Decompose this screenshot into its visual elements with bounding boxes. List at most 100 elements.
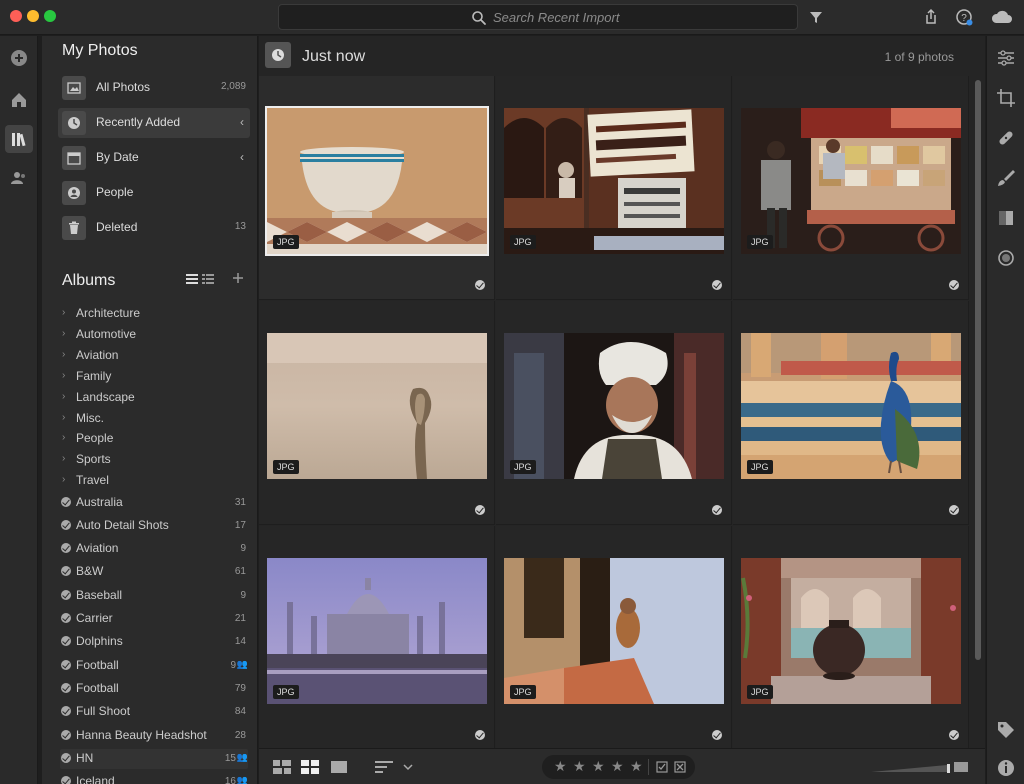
chevron-right-icon[interactable]: › [62, 307, 65, 318]
album-folder-item[interactable]: › People [60, 429, 248, 449]
library-button[interactable] [5, 125, 33, 153]
tag-icon[interactable] [996, 720, 1016, 740]
nav-by-date[interactable]: By Date ‹ [58, 143, 250, 173]
cloud-icon[interactable] [990, 7, 1014, 27]
flag-rejected-icon[interactable] [674, 761, 686, 773]
photo-thumbnail[interactable]: JPG [267, 558, 487, 704]
chevron-right-icon[interactable]: › [62, 328, 65, 339]
star-icon[interactable]: ★ [611, 758, 624, 775]
album-folder-item[interactable]: › Misc. [60, 409, 248, 429]
check-icon[interactable] [712, 505, 722, 515]
healing-icon[interactable] [996, 128, 1016, 148]
grid-scrollbar[interactable] [975, 80, 981, 660]
check-icon[interactable] [475, 730, 485, 740]
photo-thumbnail[interactable]: JPG [265, 106, 489, 256]
radial-gradient-icon[interactable] [996, 248, 1016, 268]
nav-recently-added[interactable]: Recently Added ‹ [58, 108, 250, 138]
photo-thumbnail[interactable]: JPG [267, 333, 487, 479]
home-button[interactable] [5, 86, 33, 114]
photo-cell[interactable]: JPG [259, 526, 495, 750]
add-photos-button[interactable] [5, 44, 33, 72]
help-icon[interactable]: ? [954, 7, 974, 27]
detail-view-icon[interactable] [330, 759, 348, 775]
album-folder-item[interactable]: › Sports [60, 450, 248, 470]
check-icon[interactable] [712, 280, 722, 290]
check-icon[interactable] [949, 730, 959, 740]
photo-thumbnail[interactable]: JPG [741, 333, 961, 479]
minimize-window-button[interactable] [27, 10, 39, 22]
info-icon[interactable] [996, 758, 1016, 778]
search-input[interactable] [493, 5, 773, 29]
star-icon[interactable]: ★ [630, 758, 643, 775]
photo-cell[interactable]: JPG [496, 76, 732, 300]
add-album-icon[interactable] [232, 272, 244, 284]
nav-people[interactable]: People [58, 178, 250, 208]
star-icon[interactable]: ★ [573, 758, 586, 775]
photo-cell[interactable]: JPG [733, 301, 969, 525]
album-item[interactable]: Aviation 9 [60, 539, 248, 559]
brush-icon[interactable] [996, 168, 1016, 188]
album-folder-item[interactable]: › Aviation [60, 346, 248, 366]
album-item[interactable]: Football 79 [60, 679, 248, 699]
star-icon[interactable]: ★ [554, 758, 567, 775]
close-window-button[interactable] [10, 10, 22, 22]
shared-button[interactable] [5, 164, 33, 192]
album-item[interactable]: B&W 61 [60, 562, 248, 582]
chevron-left-icon[interactable]: ‹ [240, 150, 244, 164]
check-icon[interactable] [475, 280, 485, 290]
star-icon[interactable]: ★ [592, 758, 605, 775]
album-item[interactable]: Auto Detail Shots 17 [60, 516, 248, 536]
check-icon[interactable] [712, 730, 722, 740]
list-view-icon[interactable] [186, 274, 198, 284]
square-grid-view-icon[interactable] [301, 759, 319, 775]
share-icon[interactable] [921, 7, 941, 27]
linear-gradient-icon[interactable] [996, 208, 1016, 228]
chevron-right-icon[interactable]: › [62, 432, 65, 443]
chevron-right-icon[interactable]: › [62, 349, 65, 360]
check-icon[interactable] [949, 505, 959, 515]
chevron-down-icon[interactable] [403, 763, 413, 771]
photo-grid-view-icon[interactable] [273, 759, 291, 775]
album-folder-item[interactable]: › Automotive [60, 325, 248, 345]
rating-filter[interactable]: ★ ★ ★ ★ ★ [542, 755, 695, 779]
album-item[interactable]: Carrier 21 [60, 609, 248, 629]
search-box[interactable] [278, 4, 798, 30]
album-item[interactable]: HN 15 👥 [60, 749, 248, 769]
chevron-right-icon[interactable]: › [62, 391, 65, 402]
chevron-right-icon[interactable]: › [62, 370, 65, 381]
album-item[interactable]: Australia 31 [60, 493, 248, 513]
adjust-sliders-icon[interactable] [996, 48, 1016, 68]
album-folder-item[interactable]: › Family [60, 367, 248, 387]
photo-cell[interactable]: JPG [733, 526, 969, 750]
photo-thumbnail[interactable]: JPG [504, 108, 724, 254]
chevron-left-icon[interactable]: ‹ [240, 115, 244, 129]
crop-icon[interactable] [996, 88, 1016, 108]
album-item[interactable]: Football 9 👥 [60, 656, 248, 676]
photo-thumbnail[interactable]: JPG [741, 558, 961, 704]
detail-list-icon[interactable] [202, 274, 214, 284]
photo-thumbnail[interactable]: JPG [741, 108, 961, 254]
nav-all-photos[interactable]: All Photos 2,089 [58, 73, 250, 103]
zoom-window-button[interactable] [44, 10, 56, 22]
chevron-right-icon[interactable]: › [62, 474, 65, 485]
photo-cell[interactable]: JPG [496, 526, 732, 750]
thumbnail-size-slider[interactable] [871, 763, 951, 773]
album-item[interactable]: Iceland 16 👥 [60, 772, 248, 784]
photo-cell[interactable]: JPG [496, 301, 732, 525]
album-folder-item[interactable]: › Architecture [60, 304, 248, 324]
photo-thumbnail[interactable]: JPG [504, 333, 724, 479]
chevron-right-icon[interactable]: › [62, 453, 65, 464]
album-item[interactable]: Baseball 9 [60, 586, 248, 606]
photo-cell[interactable]: JPG [733, 76, 969, 300]
album-item[interactable]: Hanna Beauty Headshot 28 [60, 726, 248, 746]
album-item[interactable]: Dolphins 14 [60, 632, 248, 652]
nav-deleted[interactable]: Deleted 13 [58, 213, 250, 243]
album-item[interactable]: Full Shoot 84 [60, 702, 248, 722]
chevron-right-icon[interactable]: › [62, 412, 65, 423]
photo-thumbnail[interactable]: JPG [504, 558, 724, 704]
filter-icon[interactable] [806, 7, 826, 27]
sort-icon[interactable] [375, 759, 393, 775]
album-folder-item[interactable]: › Travel [60, 471, 248, 491]
photo-cell[interactable]: JPG [259, 76, 495, 300]
check-icon[interactable] [949, 280, 959, 290]
